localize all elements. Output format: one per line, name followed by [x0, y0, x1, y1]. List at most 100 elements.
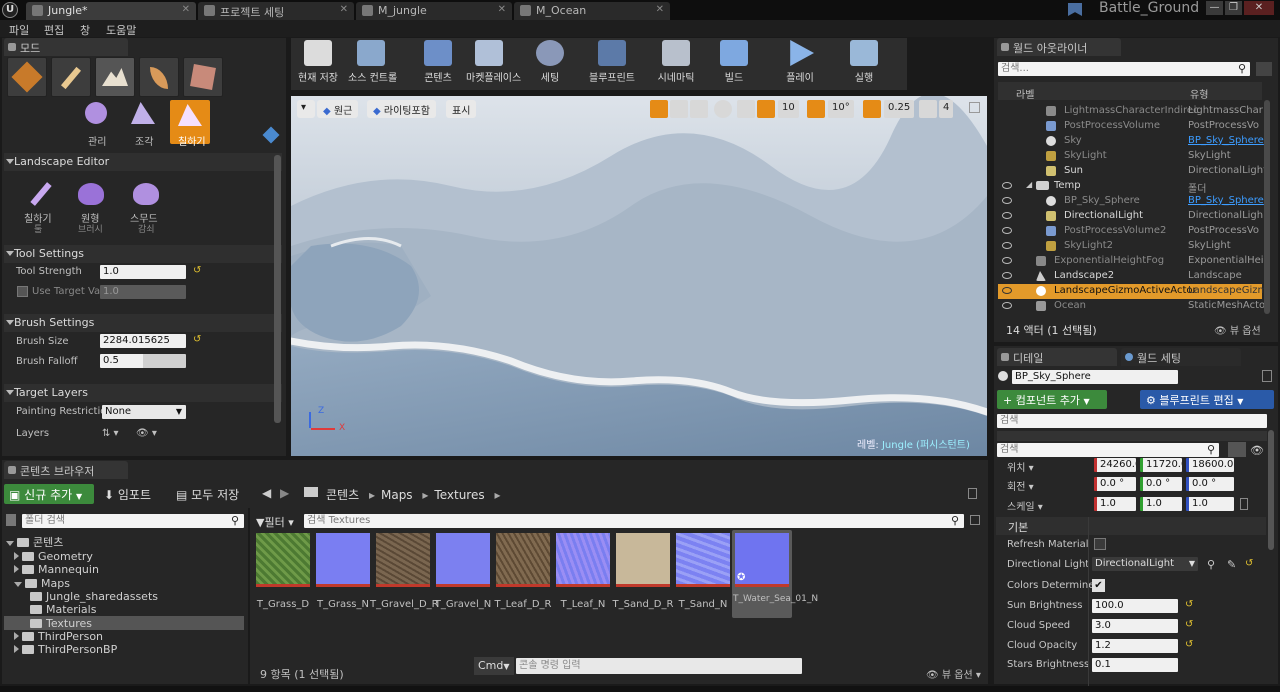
- tree-item-mannequin[interactable]: Mannequin: [14, 563, 99, 576]
- import-button[interactable]: ⬇ 임포트: [104, 486, 151, 503]
- landscape-mode-button[interactable]: [95, 57, 135, 97]
- maximize-viewport-icon[interactable]: [969, 102, 980, 113]
- settings-button[interactable]: 세팅: [527, 40, 573, 86]
- location-x-field[interactable]: 24260.0: [1094, 458, 1136, 472]
- asset-thumbnail[interactable]: [616, 533, 670, 587]
- tree-item-maps[interactable]: Maps: [14, 577, 70, 590]
- visibility-eye-icon[interactable]: [1002, 227, 1012, 234]
- close-icon[interactable]: ✕: [656, 4, 664, 15]
- scale-snap-icon[interactable]: [863, 100, 881, 118]
- layers-add-icon[interactable]: ⇅ ▾: [102, 428, 119, 439]
- asset-thumbnail[interactable]: [256, 533, 310, 587]
- visibility-eye-icon[interactable]: [1002, 242, 1012, 249]
- maximize-button[interactable]: ❐: [1225, 1, 1242, 15]
- reset-icon[interactable]: ↺: [193, 265, 201, 276]
- manage-tool-button[interactable]: [80, 100, 112, 132]
- eye-icon[interactable]: 👁: [1250, 444, 1264, 457]
- outliner-row[interactable]: Landscape2 Landscape: [998, 269, 1262, 284]
- expand-arrow-icon[interactable]: ◢: [1026, 180, 1032, 189]
- close-icon[interactable]: ✕: [182, 4, 190, 15]
- brush-falloff-field[interactable]: 0.5: [100, 354, 186, 368]
- label-column-header[interactable]: 라벨: [1016, 86, 1034, 101]
- tree-item-thirdperson[interactable]: ThirdPerson: [14, 630, 103, 643]
- show-button[interactable]: 표시: [446, 100, 477, 118]
- outliner-row[interactable]: LightmassCharacterIndirec LightmassChar: [998, 104, 1263, 119]
- asset-thumbnail[interactable]: [436, 533, 490, 587]
- scale-x-field[interactable]: 1.0: [1094, 497, 1136, 511]
- location-y-field[interactable]: 11720.0: [1140, 458, 1182, 472]
- circle-brush-icon[interactable]: [78, 183, 104, 205]
- lock-icon[interactable]: [1262, 370, 1272, 382]
- foliage-mode-button[interactable]: [139, 57, 179, 97]
- translate-icon[interactable]: [650, 100, 668, 118]
- marketplace-button[interactable]: 마켓플레이스: [466, 40, 521, 86]
- outliner-row[interactable]: BP_Sky_Sphere BP_Sky_Sphere: [998, 194, 1264, 209]
- level-viewport[interactable]: ▾ ◆ 원근 ◆ 라이팅포함 표시 10 10° 0.25 4 Z X 레벨: …: [291, 96, 987, 456]
- cloud-opacity-field[interactable]: 1.2: [1092, 639, 1178, 653]
- tab-project-settings[interactable]: 프로젝트 세팅 ✕: [198, 2, 354, 20]
- save-all-button[interactable]: ▤ 모두 저장: [176, 486, 239, 503]
- breadcrumb-item[interactable]: 콘텐츠: [326, 488, 359, 502]
- rotation-z-field[interactable]: 0.0 °: [1186, 477, 1234, 491]
- brush-size-field[interactable]: 2284.015625: [100, 334, 186, 348]
- add-component-button[interactable]: + 컴포넌트 추가 ▼: [997, 390, 1107, 409]
- outliner-row[interactable]: SkyLight2 SkyLight: [998, 239, 1262, 254]
- lock-scale-icon[interactable]: [1240, 498, 1248, 510]
- asset-thumbnail-selected[interactable]: ✪: [735, 533, 789, 587]
- visibility-eye-icon[interactable]: [1002, 272, 1012, 279]
- paint-mode-button[interactable]: [51, 57, 91, 97]
- stars-brightness-field[interactable]: 0.1: [1092, 658, 1178, 672]
- tab-m-jungle[interactable]: M_jungle ✕: [356, 2, 512, 20]
- rotation-snap-icon[interactable]: [807, 100, 825, 118]
- tree-item-jungle-sharedassets[interactable]: Jungle_sharedassets: [30, 590, 158, 603]
- cloud-speed-field[interactable]: 3.0: [1092, 619, 1178, 633]
- rotation-x-field[interactable]: 0.0 °: [1094, 477, 1136, 491]
- outliner-row-selected[interactable]: LandscapeGizmoActiveActor LandscapeGizm: [998, 284, 1267, 299]
- outliner-settings-icon[interactable]: [1256, 62, 1272, 76]
- asset-thumbnail[interactable]: [376, 533, 430, 587]
- rotate-icon[interactable]: [670, 100, 688, 118]
- add-new-button[interactable]: ▣ 신규 추가 ▼: [4, 484, 94, 504]
- lock-icon[interactable]: [968, 488, 977, 499]
- content-button[interactable]: 콘텐츠: [415, 40, 461, 86]
- outliner-row[interactable]: ExponentialHeightFog ExponentialHei: [998, 254, 1264, 269]
- lit-mode-button[interactable]: ◆ 라이팅포함: [367, 100, 436, 118]
- breadcrumb-item[interactable]: Textures: [434, 488, 484, 502]
- outliner-view-options[interactable]: 👁 뷰 옵션: [1214, 322, 1261, 337]
- outliner-row[interactable]: PostProcessVolume2 PostProcessVo: [998, 224, 1262, 239]
- refresh-material-checkbox[interactable]: [1094, 538, 1106, 550]
- visibility-eye-icon[interactable]: [1002, 302, 1012, 309]
- viewport-options-button[interactable]: ▾: [297, 100, 315, 118]
- reset-icon[interactable]: ↺: [1245, 558, 1253, 569]
- perspective-button[interactable]: ◆ 원근: [317, 100, 359, 118]
- scale-icon[interactable]: [690, 100, 708, 118]
- blueprint-button[interactable]: 블루프린트: [589, 40, 635, 86]
- location-z-field[interactable]: 18600.0: [1186, 458, 1234, 472]
- rotation-label[interactable]: 회전 ▾: [1007, 478, 1034, 493]
- type-column-header[interactable]: 유형: [1190, 86, 1208, 101]
- layers-eye-icon[interactable]: 👁 ▾: [136, 428, 157, 439]
- asset-thumbnail[interactable]: [316, 533, 370, 587]
- brush-settings-header[interactable]: Brush Settings: [4, 314, 282, 332]
- details-scrollbar[interactable]: [1268, 430, 1274, 550]
- console-input[interactable]: 콘솔 명령 입력: [516, 658, 802, 674]
- cinematics-button[interactable]: 시네마틱: [653, 40, 699, 86]
- world-local-icon[interactable]: [714, 100, 732, 118]
- directional-light-dropdown[interactable]: DirectionalLight ▼: [1092, 557, 1198, 571]
- outliner-row[interactable]: Sky BP_Sky_Sphere: [998, 134, 1264, 149]
- outliner-row[interactable]: Ocean StaticMeshActo: [998, 299, 1265, 314]
- cmd-dropdown[interactable]: Cmd▼: [474, 657, 514, 675]
- launch-button[interactable]: 실행: [841, 40, 887, 86]
- folder-search-input[interactable]: 폴더 검색: [22, 514, 244, 528]
- location-label[interactable]: 위치 ▾: [1007, 459, 1034, 474]
- visibility-eye-icon[interactable]: [1002, 257, 1012, 264]
- play-button[interactable]: 플레이: [777, 40, 823, 86]
- save-current-button[interactable]: 현재 저장: [295, 40, 341, 86]
- tree-item-geometry[interactable]: Geometry: [14, 550, 93, 563]
- outliner-scrollbar[interactable]: [1264, 100, 1270, 314]
- colors-determined-checkbox[interactable]: ✔: [1092, 579, 1105, 592]
- scale-y-field[interactable]: 1.0: [1140, 497, 1182, 511]
- tree-item-content[interactable]: 콘텐츠: [6, 534, 63, 550]
- grid-size-value[interactable]: 10: [778, 100, 799, 118]
- outliner-search-input[interactable]: 검색...: [998, 62, 1250, 76]
